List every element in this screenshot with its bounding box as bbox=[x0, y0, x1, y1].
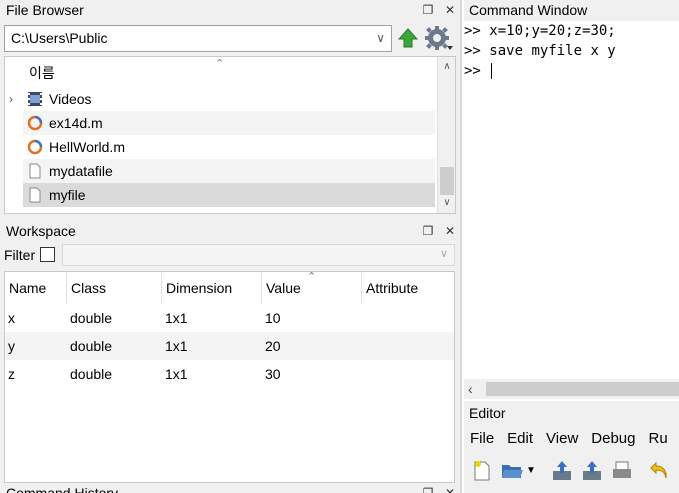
command-line: >> save myfile x y bbox=[464, 43, 616, 59]
dropdown-arrow-icon[interactable]: ▼ bbox=[526, 465, 536, 476]
editor-menu-bar: File Edit View Debug Ru bbox=[464, 425, 679, 451]
file-icon bbox=[29, 163, 41, 179]
filter-checkbox[interactable] bbox=[40, 247, 55, 262]
filter-input[interactable]: ∨ bbox=[62, 244, 455, 266]
m-file-icon bbox=[27, 139, 43, 155]
close-icon[interactable]: ✕ bbox=[444, 483, 456, 493]
undo-icon[interactable] bbox=[648, 459, 672, 483]
command-line: >> x=10;y=20;z=30; bbox=[464, 23, 616, 39]
file-item-label: HellWorld.m bbox=[49, 139, 125, 155]
file-browser-title: File Browser bbox=[6, 2, 84, 18]
chevron-down-icon[interactable]: ∨ bbox=[440, 247, 448, 260]
new-file-icon[interactable] bbox=[470, 459, 494, 483]
scrollbar-thumb[interactable] bbox=[486, 382, 679, 396]
path-combobox[interactable]: C:\Users\Public ∨ bbox=[4, 25, 392, 52]
command-window-title-bar: Command Window bbox=[464, 0, 679, 21]
save-all-icon[interactable] bbox=[580, 459, 604, 483]
chevron-down-icon[interactable]: ∨ bbox=[376, 26, 385, 51]
up-folder-icon[interactable] bbox=[396, 26, 420, 50]
menu-run[interactable]: Ru bbox=[642, 430, 674, 447]
menu-view[interactable]: View bbox=[540, 430, 585, 447]
file-item-ex14d[interactable]: ex14d.m bbox=[23, 111, 435, 135]
editor-toolbar: ▼ bbox=[464, 451, 679, 493]
print-icon[interactable] bbox=[610, 459, 634, 483]
menu-edit[interactable]: Edit bbox=[501, 430, 540, 447]
undock-icon[interactable]: ❐ bbox=[422, 221, 434, 242]
file-item-videos[interactable]: › Videos bbox=[9, 87, 435, 111]
gear-icon[interactable] bbox=[424, 24, 454, 52]
file-icon bbox=[29, 187, 41, 203]
table-row[interactable]: x double 1x1 10 bbox=[5, 304, 454, 332]
file-item-myfile[interactable]: myfile bbox=[23, 183, 435, 207]
file-item-mydatafile[interactable]: mydatafile bbox=[23, 159, 435, 183]
sort-indicator-icon: ⌃ bbox=[307, 271, 317, 283]
filter-label: Filter bbox=[4, 247, 36, 263]
command-window[interactable]: >> x=10;y=20;z=30; >> save myfile x y >> bbox=[464, 21, 679, 379]
open-folder-icon[interactable] bbox=[500, 459, 524, 483]
scroll-up-icon[interactable]: ∧ bbox=[438, 61, 455, 72]
column-header-dimension[interactable]: Dimension bbox=[162, 272, 262, 304]
right-panel: Command Window >> x=10;y=20;z=30; >> sav… bbox=[460, 0, 679, 493]
command-prompt-line[interactable]: >> bbox=[464, 61, 493, 81]
close-icon[interactable]: ✕ bbox=[444, 0, 456, 21]
path-text: C:\Users\Public bbox=[11, 30, 108, 46]
editor-title: Editor bbox=[469, 405, 506, 421]
left-panel: File Browser ❐ ✕ C:\Users\Public ∨ 이름 ⌃ … bbox=[0, 0, 460, 493]
workspace-title-bar: Workspace ❐ ✕ bbox=[0, 221, 460, 242]
scroll-left-icon[interactable]: ‹ bbox=[468, 381, 473, 397]
m-file-icon bbox=[27, 115, 43, 131]
undock-icon[interactable]: ❐ bbox=[422, 0, 434, 21]
command-window-hscrollbar[interactable]: ‹ bbox=[464, 379, 679, 399]
menu-file[interactable]: File bbox=[464, 430, 501, 447]
table-row[interactable]: y double 1x1 20 bbox=[5, 332, 454, 360]
command-window-title: Command Window bbox=[469, 2, 588, 18]
column-header-name[interactable]: Name bbox=[5, 272, 67, 304]
save-icon[interactable] bbox=[550, 459, 574, 483]
expand-arrow-icon[interactable]: › bbox=[9, 87, 13, 111]
file-list: 이름 ⌃ › Videos ex14d.m HellWorld.m mydata… bbox=[4, 56, 456, 214]
file-item-label: ex14d.m bbox=[49, 115, 103, 131]
menu-debug[interactable]: Debug bbox=[585, 430, 642, 447]
text-cursor bbox=[491, 63, 493, 79]
scrollbar-thumb[interactable] bbox=[440, 167, 454, 195]
column-header-attribute[interactable]: Attribute bbox=[362, 272, 454, 304]
column-header-class[interactable]: Class bbox=[67, 272, 162, 304]
table-row[interactable]: z double 1x1 30 bbox=[5, 360, 454, 388]
file-item-label: mydatafile bbox=[49, 163, 113, 179]
scroll-down-icon[interactable]: ∨ bbox=[438, 197, 455, 208]
file-browser-title-bar: File Browser ❐ ✕ bbox=[0, 0, 460, 21]
video-folder-icon bbox=[28, 92, 42, 106]
file-item-label: Videos bbox=[49, 91, 92, 107]
command-history-title-bar: Command History ❐ ✕ bbox=[0, 483, 460, 493]
column-header-name[interactable]: 이름 bbox=[29, 61, 55, 85]
file-item-label: myfile bbox=[49, 187, 86, 203]
file-item-hellworld[interactable]: HellWorld.m bbox=[23, 135, 435, 159]
editor-title-bar: Editor bbox=[464, 401, 679, 425]
close-icon[interactable]: ✕ bbox=[444, 221, 456, 242]
workspace-table: Name Class Dimension Value Attribute ⌃ x… bbox=[4, 271, 455, 483]
file-list-scrollbar[interactable]: ∧ ∨ bbox=[437, 57, 455, 213]
undock-icon[interactable]: ❐ bbox=[422, 483, 434, 493]
command-history-title: Command History bbox=[6, 485, 119, 493]
sort-indicator-icon: ⌃ bbox=[215, 58, 225, 70]
workspace-title: Workspace bbox=[6, 223, 76, 239]
